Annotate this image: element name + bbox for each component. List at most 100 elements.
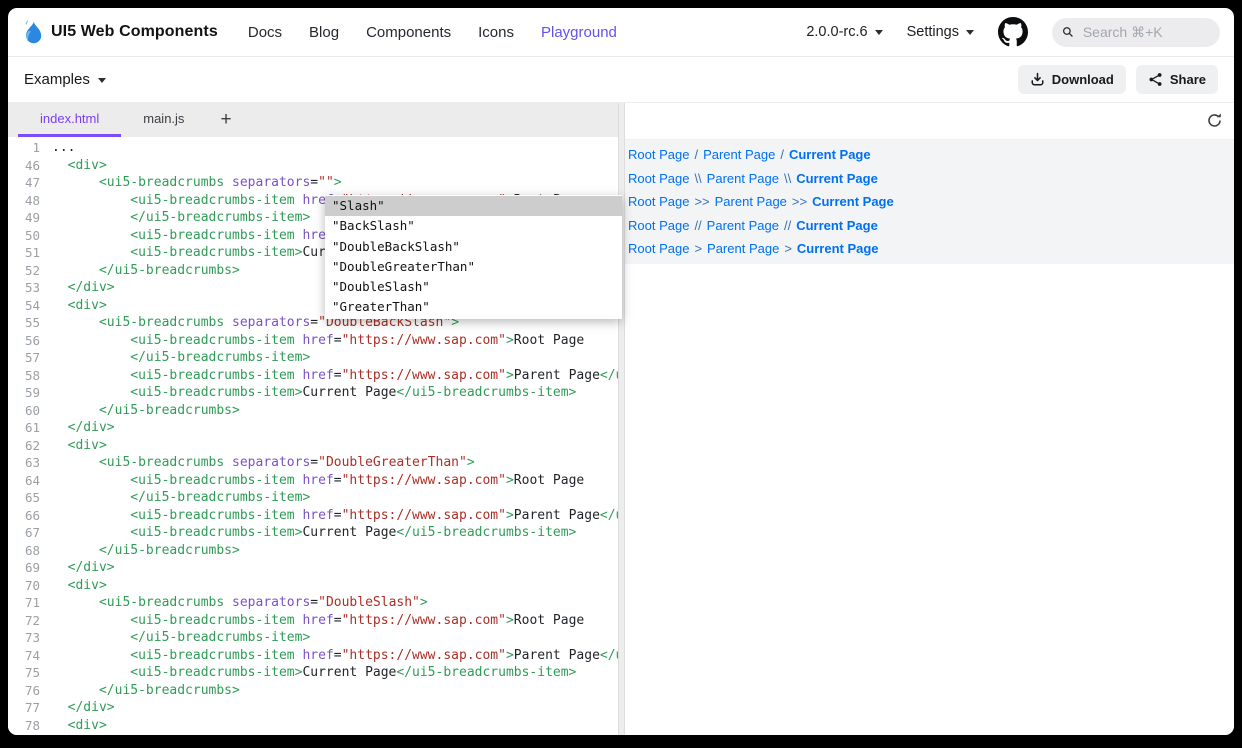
breadcrumb-separator: >>: [792, 194, 807, 209]
breadcrumb-link[interactable]: Parent Page: [707, 218, 779, 233]
breadcrumb-row: Root Page >> Parent Page >> Current Page: [628, 190, 1234, 214]
line-number: 55: [8, 314, 40, 332]
examples-menu[interactable]: Examples: [24, 71, 106, 88]
breadcrumb-separator: //: [694, 218, 701, 233]
share-icon: [1148, 72, 1163, 87]
line-number: 46: [8, 157, 40, 175]
code-line: 1...: [8, 139, 618, 157]
version-menu[interactable]: 2.0.0-rc.6: [806, 24, 882, 40]
code-text: <ui5-breadcrumbs-item>Current Page</ui5-…: [40, 384, 576, 402]
search-input[interactable]: [1081, 23, 1210, 41]
line-number: 1: [8, 139, 40, 157]
breadcrumb-separator: \\: [784, 171, 791, 186]
code-line: 61 </div>: [8, 419, 618, 437]
share-button[interactable]: Share: [1136, 65, 1218, 94]
chevron-down-icon: [966, 30, 974, 39]
code-text: <ui5-breadcrumbs-item href="https://www.…: [40, 647, 618, 665]
line-number: 78: [8, 717, 40, 735]
breadcrumb-link[interactable]: Parent Page: [707, 171, 779, 186]
code-text: </ui5-breadcrumbs-item>: [40, 489, 310, 507]
autocomplete-item[interactable]: "GreaterThan": [325, 297, 622, 317]
examples-bar: Examples Download: [8, 57, 1234, 103]
brand[interactable]: UI5 Web Components: [22, 19, 218, 45]
line-number: 48: [8, 192, 40, 210]
code-line: 57 </ui5-breadcrumbs-item>: [8, 349, 618, 367]
breadcrumb-separator: >>: [694, 194, 709, 209]
version-label: 2.0.0-rc.6: [806, 24, 867, 40]
nav-link-icons[interactable]: Icons: [478, 24, 514, 41]
code-text: </ui5-breadcrumbs>: [40, 542, 240, 560]
breadcrumb-link[interactable]: Root Page: [628, 147, 689, 162]
breadcrumb-link[interactable]: Root Page: [628, 241, 689, 256]
breadcrumb-current: Current Page: [812, 194, 894, 209]
code-line: 78 <div>: [8, 717, 618, 735]
code-line: 65 </ui5-breadcrumbs-item>: [8, 489, 618, 507]
code-line: 60 </ui5-breadcrumbs>: [8, 402, 618, 420]
code-text: </ui5-breadcrumbs-item>: [40, 629, 310, 647]
breadcrumb-link[interactable]: Root Page: [628, 171, 689, 186]
nav-link-blog[interactable]: Blog: [309, 24, 339, 41]
refresh-button[interactable]: [1206, 112, 1223, 129]
github-link[interactable]: [998, 17, 1028, 47]
code-text: <ui5-breadcrumbs-item href="https://www.…: [40, 332, 584, 350]
search-icon: [1062, 25, 1074, 39]
line-number: 77: [8, 699, 40, 717]
line-number: 54: [8, 297, 40, 315]
code-text: </ui5-breadcrumbs-item>: [40, 349, 310, 367]
autocomplete-item[interactable]: "DoubleSlash": [325, 277, 622, 297]
code-line: 56 <ui5-breadcrumbs-item href="https://w…: [8, 332, 618, 350]
ui5-flame-icon: [22, 19, 43, 45]
download-button[interactable]: Download: [1018, 65, 1126, 94]
line-number: 65: [8, 489, 40, 507]
settings-label: Settings: [907, 24, 959, 40]
autocomplete-item[interactable]: "Slash": [325, 196, 622, 216]
line-number: 53: [8, 279, 40, 297]
code-line: 70 <div>: [8, 577, 618, 595]
settings-menu[interactable]: Settings: [907, 24, 974, 40]
autocomplete-dropdown: "Slash""BackSlash""DoubleBackSlash""Doub…: [325, 195, 622, 319]
new-tab-button[interactable]: +: [206, 103, 245, 137]
top-navbar: UI5 Web Components Docs Blog Components Ico…: [8, 8, 1234, 57]
line-number: 51: [8, 244, 40, 262]
breadcrumb-link[interactable]: Parent Page: [715, 194, 787, 209]
tab-index-html[interactable]: index.html: [18, 103, 121, 137]
breadcrumb-link[interactable]: Parent Page: [703, 147, 775, 162]
breadcrumb-current: Current Page: [796, 171, 878, 186]
code-text: <div>: [40, 437, 107, 455]
code-line: 69 </div>: [8, 559, 618, 577]
line-number: 76: [8, 682, 40, 700]
code-line: 67 <ui5-breadcrumbs-item>Current Page</u…: [8, 524, 618, 542]
breadcrumb-link[interactable]: Parent Page: [707, 241, 779, 256]
preview-canvas: Root Page/Parent Page/Current PageRoot P…: [625, 140, 1234, 264]
line-number: 69: [8, 559, 40, 577]
refresh-icon: [1206, 112, 1223, 129]
line-number: 68: [8, 542, 40, 560]
nav-link-docs[interactable]: Docs: [248, 24, 282, 41]
search-box[interactable]: [1052, 18, 1220, 47]
nav-link-playground[interactable]: Playground: [541, 24, 617, 41]
line-number: 72: [8, 612, 40, 630]
tab-main-js[interactable]: main.js: [121, 103, 206, 137]
line-number: 74: [8, 647, 40, 665]
code-text: <ui5-breadcrumbs-item>Current Page</ui5-…: [40, 664, 576, 682]
line-number: 73: [8, 629, 40, 647]
nav-links: Docs Blog Components Icons Playground: [248, 24, 617, 41]
line-number: 71: [8, 594, 40, 612]
code-text: <ui5-breadcrumbs separators="">: [40, 174, 342, 192]
breadcrumb-link[interactable]: Root Page: [628, 194, 689, 209]
line-number: 75: [8, 664, 40, 682]
breadcrumb-separator: //: [784, 218, 791, 233]
autocomplete-item[interactable]: "BackSlash": [325, 216, 622, 236]
breadcrumb-separator: /: [780, 147, 784, 162]
code-line: 59 <ui5-breadcrumbs-item>Current Page</u…: [8, 384, 618, 402]
breadcrumb-link[interactable]: Root Page: [628, 218, 689, 233]
breadcrumb-row: Root Page/Parent Page/Current Page: [628, 143, 1234, 167]
autocomplete-item[interactable]: "DoubleGreaterThan": [325, 257, 622, 277]
nav-link-components[interactable]: Components: [366, 24, 451, 41]
code-text: </div>: [40, 419, 115, 437]
code-line: 76 </ui5-breadcrumbs>: [8, 682, 618, 700]
breadcrumb-separator: >: [784, 241, 792, 256]
code-text: <div>: [40, 157, 107, 175]
code-text: <div>: [40, 297, 107, 315]
autocomplete-item[interactable]: "DoubleBackSlash": [325, 237, 622, 257]
